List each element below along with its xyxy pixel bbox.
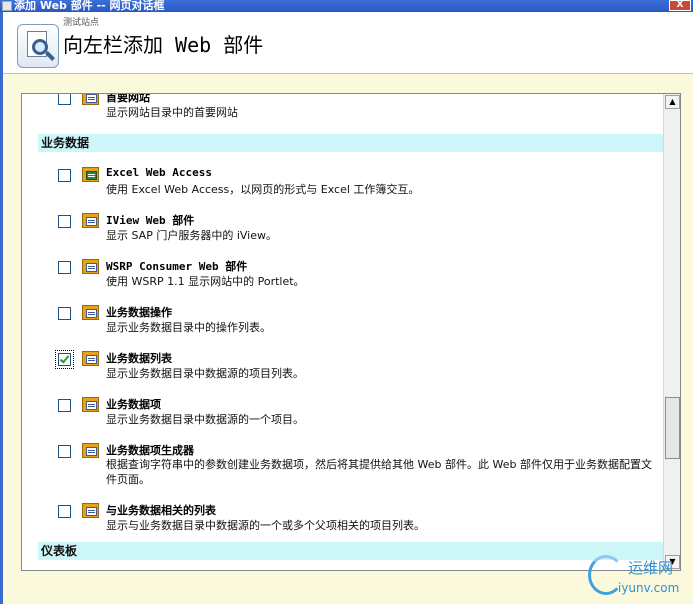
web-part-magnifier-icon bbox=[17, 24, 59, 68]
window-title: 添加 Web 部件 -- 网页对话框 bbox=[14, 0, 165, 12]
page-title: 向左栏添加 Web 部件 bbox=[63, 33, 264, 57]
web-part-name: WSRP Consumer Web 部件 bbox=[106, 260, 248, 273]
web-part-description: 显示业务数据目录中的操作列表。 bbox=[106, 321, 271, 334]
site-name: 测试站点 bbox=[63, 18, 100, 28]
webpart-icon bbox=[82, 305, 99, 320]
web-part-checkbox[interactable] bbox=[58, 215, 71, 228]
dialog-header: 测试站点 向左栏添加 Web 部件 bbox=[3, 12, 693, 74]
web-part-checkbox[interactable] bbox=[58, 399, 71, 412]
watermark-logo: 运维网 iyunv.com bbox=[588, 553, 690, 601]
category-header: 业务数据 bbox=[38, 134, 663, 152]
web-part-name: 与业务数据相关的列表 bbox=[106, 504, 216, 517]
webpart-icon bbox=[82, 443, 99, 458]
window-border bbox=[0, 12, 3, 604]
web-part-checkbox[interactable] bbox=[58, 94, 71, 105]
web-part-checkbox[interactable] bbox=[55, 350, 74, 369]
web-part-description: 显示与业务数据目录中数据源的一个或多个父项相关的项目列表。 bbox=[106, 519, 425, 532]
web-part-list-panel: 首要网站 显示网站目录中的首要网站 业务数据 Excel Web Access … bbox=[21, 93, 681, 571]
web-part-name: IView Web 部件 bbox=[106, 214, 195, 227]
webpart-icon bbox=[82, 259, 99, 274]
excel-webpart-icon bbox=[82, 167, 99, 182]
webpart-icon bbox=[82, 94, 99, 105]
scroll-up-icon[interactable]: ▲ bbox=[665, 95, 680, 109]
webpart-icon bbox=[82, 351, 99, 366]
webpart-icon bbox=[82, 503, 99, 518]
list-item: 业务数据列表 显示业务数据目录中数据源的项目列表。 bbox=[22, 347, 663, 387]
watermark-text-en: iyunv.com bbox=[618, 581, 680, 595]
web-part-list: 首要网站 显示网站目录中的首要网站 业务数据 Excel Web Access … bbox=[22, 94, 663, 570]
window-menu-icon[interactable] bbox=[2, 1, 12, 11]
category-header: 仪表板 bbox=[38, 542, 663, 560]
vertical-scrollbar[interactable]: ▲ ▼ bbox=[663, 94, 680, 570]
web-part-checkbox[interactable] bbox=[58, 445, 71, 458]
web-part-checkbox[interactable] bbox=[58, 261, 71, 274]
web-part-name: 业务数据操作 bbox=[106, 306, 172, 319]
web-part-description: 使用 Excel Web Access，以网页的形式与 Excel 工作簿交互。 bbox=[106, 183, 420, 196]
web-part-description: 显示 SAP 门户服务器中的 iView。 bbox=[106, 229, 277, 242]
list-item: Excel Web Access 使用 Excel Web Access，以网页… bbox=[22, 163, 663, 203]
list-item: 业务数据操作 显示业务数据目录中的操作列表。 bbox=[22, 301, 663, 341]
list-item: WSRP Consumer Web 部件 使用 WSRP 1.1 显示网站中的 … bbox=[22, 255, 663, 295]
web-part-description: 根据查询字符串中的参数创建业务数据项，然后将其提供给其他 Web 部件。此 We… bbox=[106, 458, 652, 486]
close-button[interactable]: X bbox=[669, 0, 691, 11]
checkmark-icon bbox=[59, 353, 70, 364]
scrollbar-thumb[interactable] bbox=[665, 397, 680, 459]
list-item: 首要网站 显示网站目录中的首要网站 bbox=[22, 94, 663, 126]
list-item: 与业务数据相关的列表 显示与业务数据目录中数据源的一个或多个父项相关的项目列表。 bbox=[22, 499, 663, 539]
watermark-text-cn: 运维网 bbox=[628, 559, 674, 577]
window-title-bar: 添加 Web 部件 -- 网页对话框 X bbox=[0, 0, 693, 12]
web-part-checkbox[interactable] bbox=[58, 307, 71, 320]
web-part-description: 显示业务数据目录中数据源的一个项目。 bbox=[106, 413, 304, 426]
web-part-description: 使用 WSRP 1.1 显示网站中的 Portlet。 bbox=[106, 275, 305, 288]
web-part-name: 业务数据项生成器 bbox=[106, 444, 194, 457]
web-part-name: 业务数据列表 bbox=[106, 352, 172, 365]
list-item: 业务数据项生成器 根据查询字符串中的参数创建业务数据项，然后将其提供给其他 We… bbox=[22, 439, 663, 495]
webpart-icon bbox=[82, 397, 99, 412]
web-part-description: 显示业务数据目录中数据源的项目列表。 bbox=[106, 367, 304, 380]
list-item: 业务数据项 显示业务数据目录中数据源的一个项目。 bbox=[22, 393, 663, 433]
web-part-checkbox[interactable] bbox=[58, 505, 71, 518]
web-part-description: 显示网站目录中的首要网站 bbox=[106, 106, 238, 119]
web-part-name: Excel Web Access bbox=[106, 166, 212, 179]
web-part-checkbox[interactable] bbox=[58, 169, 71, 182]
list-item: IView Web 部件 显示 SAP 门户服务器中的 iView。 bbox=[22, 209, 663, 249]
web-part-name: 业务数据项 bbox=[106, 398, 161, 411]
webpart-icon bbox=[82, 213, 99, 228]
